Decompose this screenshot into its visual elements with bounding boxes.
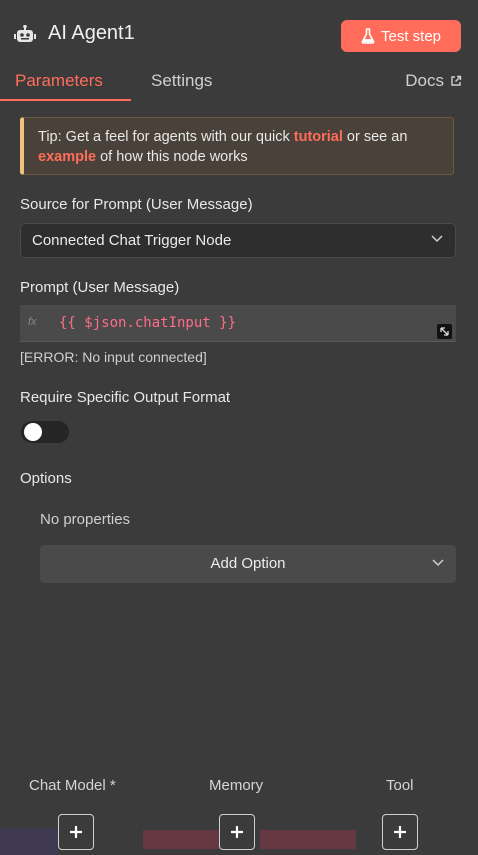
output-format-label: Require Specific Output Format — [20, 389, 231, 406]
chat-model-label: Chat Model * — [29, 777, 116, 794]
options-label: Options — [20, 470, 72, 487]
tip-middle: or see an — [342, 129, 408, 145]
toggle-knob — [24, 423, 42, 441]
tip-prefix: Tip: Get a feel for agents with our quic… — [38, 129, 294, 145]
add-tool-button[interactable] — [382, 814, 418, 850]
node-title[interactable]: AI Agent1 — [48, 22, 135, 45]
docs-label: Docs — [405, 71, 444, 90]
add-memory-button[interactable] — [219, 814, 255, 850]
docs-link[interactable]: Docs — [405, 71, 462, 91]
add-chat-model-button[interactable] — [58, 814, 94, 850]
prompt-expression-input[interactable]: fx {{ $json.chatInput }} — [20, 305, 456, 342]
prompt-label: Prompt (User Message) — [20, 279, 180, 296]
connection-line — [143, 830, 221, 849]
tutorial-link[interactable]: tutorial — [294, 129, 343, 145]
memory-label: Memory — [209, 777, 264, 794]
chevron-down-icon — [432, 559, 444, 567]
connection-line — [260, 830, 356, 849]
prompt-error: [ERROR: No input connected] — [20, 349, 207, 365]
external-link-icon — [451, 75, 462, 86]
source-select-value: Connected Chat Trigger Node — [32, 232, 232, 249]
test-step-button[interactable]: Test step — [341, 20, 461, 52]
prompt-expression-value: {{ $json.chatInput }} — [59, 315, 237, 331]
add-option-label: Add Option — [210, 555, 286, 572]
tip-callout: Tip: Get a feel for agents with our quic… — [20, 117, 454, 175]
node-header: AI Agent1 Test step — [0, 0, 478, 72]
add-option-button[interactable]: Add Option — [40, 545, 456, 583]
expand-icon[interactable] — [437, 324, 452, 339]
tab-bar: Parameters Settings Docs — [0, 64, 478, 102]
robot-icon — [14, 25, 36, 42]
no-properties-text: No properties — [40, 511, 131, 528]
connection-line — [0, 828, 58, 855]
tab-settings[interactable]: Settings — [151, 71, 212, 91]
tip-suffix: of how this node works — [96, 149, 248, 165]
plus-icon — [70, 826, 82, 838]
plus-icon — [394, 826, 406, 838]
plus-icon — [231, 826, 243, 838]
flask-icon — [361, 28, 375, 44]
test-step-label: Test step — [380, 27, 442, 45]
tool-label: Tool — [386, 777, 414, 794]
example-link[interactable]: example — [38, 149, 96, 165]
source-label: Source for Prompt (User Message) — [20, 196, 253, 213]
chevron-down-icon — [431, 235, 443, 243]
source-select[interactable]: Connected Chat Trigger Node — [20, 223, 456, 258]
tab-parameters[interactable]: Parameters — [15, 71, 103, 91]
output-format-toggle[interactable] — [21, 421, 69, 443]
fx-icon: fx — [28, 316, 37, 328]
active-tab-indicator — [0, 99, 131, 101]
